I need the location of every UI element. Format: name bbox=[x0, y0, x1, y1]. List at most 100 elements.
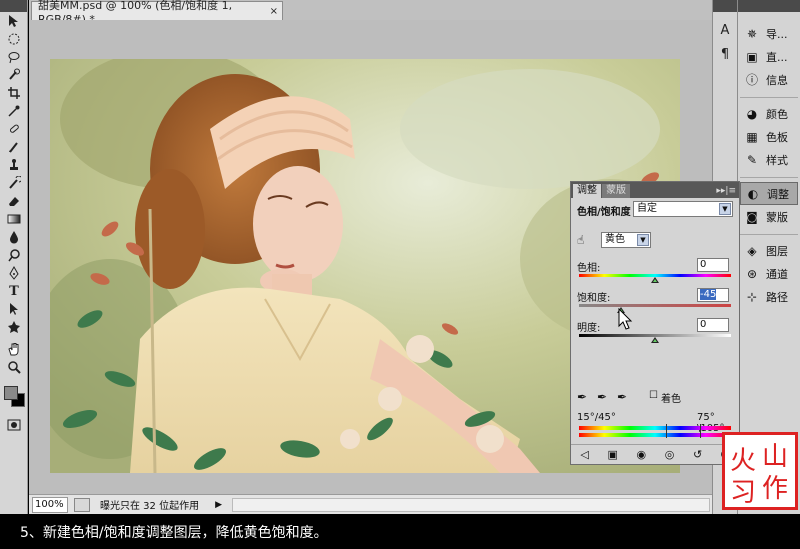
history-brush-tool-icon[interactable] bbox=[0, 174, 28, 192]
marquee-tool-icon[interactable] bbox=[0, 30, 28, 48]
status-menu-arrow-icon[interactable]: ▶ bbox=[215, 500, 222, 510]
character-panel-icon[interactable]: A bbox=[713, 18, 737, 42]
hue-input[interactable]: 0 bbox=[697, 258, 729, 272]
dock-item-label: 直... bbox=[766, 50, 788, 64]
hand-tool-icon[interactable] bbox=[0, 340, 28, 358]
dock-item-label: 通道 bbox=[766, 267, 788, 281]
tab-masks[interactable]: 蒙版 bbox=[602, 184, 630, 198]
path-selection-tool-icon[interactable] bbox=[0, 300, 28, 318]
hue-slider-thumb[interactable] bbox=[651, 277, 659, 283]
blur-tool-icon[interactable] bbox=[0, 228, 28, 246]
panel-strip-grip[interactable] bbox=[713, 0, 737, 12]
eraser-tool-icon[interactable] bbox=[0, 192, 28, 210]
lightness-input[interactable]: 0 bbox=[697, 318, 729, 332]
quick-mask-icon[interactable] bbox=[0, 416, 28, 434]
mouse-cursor-icon bbox=[618, 308, 633, 330]
back-arrow-icon[interactable]: ◁ bbox=[580, 448, 588, 461]
color-range-slider[interactable] bbox=[666, 424, 701, 438]
caption-bar: 5、新建色相/饱和度调整图层，降低黄色饱和度。 bbox=[0, 514, 800, 549]
lightness-label: 明度: bbox=[577, 323, 601, 334]
type-tool-icon[interactable]: T bbox=[0, 282, 28, 300]
preset-value: 自定 bbox=[637, 203, 657, 214]
dock-item-layers[interactable]: ◈ 图层 bbox=[740, 239, 798, 262]
styles-icon: ✎ bbox=[746, 152, 758, 167]
navigator-icon: ✵ bbox=[746, 26, 758, 41]
zoom-level-field[interactable]: 100% bbox=[32, 496, 68, 513]
histogram-icon: ▣ bbox=[746, 49, 758, 64]
masks-icon: ◙ bbox=[746, 209, 758, 224]
tools-panel: T bbox=[0, 0, 28, 514]
eyedropper-plus-icon[interactable]: ✒ bbox=[597, 390, 607, 404]
colorize-checkbox[interactable]: ☐ bbox=[649, 390, 658, 401]
clip-layer-icon[interactable]: ▣ bbox=[607, 448, 617, 461]
paths-icon: ⊹ bbox=[746, 289, 758, 304]
quick-selection-tool-icon[interactable] bbox=[0, 66, 28, 84]
paragraph-panel-icon[interactable]: ¶ bbox=[713, 42, 737, 66]
dock-item-histogram[interactable]: ▣ 直... bbox=[740, 45, 798, 68]
tools-panel-grip[interactable] bbox=[0, 0, 27, 12]
dock-item-navigator[interactable]: ✵ 导... bbox=[740, 22, 798, 45]
dock-item-adjustments[interactable]: ◐ 调整 bbox=[740, 182, 798, 205]
range-left-label: 15°/45° bbox=[577, 412, 616, 423]
brush-tool-icon[interactable] bbox=[0, 138, 28, 156]
dock-item-label: 样式 bbox=[766, 153, 788, 167]
layers-icon: ◈ bbox=[747, 243, 757, 258]
visibility-icon[interactable]: ◉ bbox=[637, 448, 647, 461]
panel-menu-icon[interactable]: ▸▸|≡ bbox=[716, 184, 739, 198]
dock-item-info[interactable]: ⓘ 信息 bbox=[740, 68, 798, 91]
foreground-color-swatch[interactable] bbox=[4, 386, 18, 400]
logo-char: 山 bbox=[762, 442, 788, 472]
saturation-value: -45 bbox=[700, 289, 717, 300]
dock-item-label: 色板 bbox=[766, 130, 788, 144]
clone-stamp-tool-icon[interactable] bbox=[0, 156, 28, 174]
dock-item-color[interactable]: ◕ 颜色 bbox=[740, 102, 798, 125]
dodge-tool-icon[interactable] bbox=[0, 246, 28, 264]
on-image-adjust-icon[interactable]: ☝ bbox=[577, 233, 584, 247]
dock-item-label: 蒙版 bbox=[766, 210, 788, 224]
dock-item-channels[interactable]: ⊛ 通道 bbox=[740, 262, 798, 285]
shape-tool-icon[interactable] bbox=[0, 318, 28, 336]
preset-select[interactable]: 自定 ▼ bbox=[633, 201, 733, 217]
logo-char: 习 bbox=[730, 478, 756, 507]
lightness-slider-thumb[interactable] bbox=[651, 337, 659, 343]
move-tool-icon[interactable] bbox=[0, 12, 28, 30]
dock-item-swatches[interactable]: ▦ 色板 bbox=[740, 125, 798, 148]
range-right-label: 75°\105° bbox=[697, 412, 724, 434]
panel-dock-grip[interactable] bbox=[738, 0, 800, 12]
logo-char: 火 bbox=[730, 446, 756, 476]
tutorial-caption: 5、新建色相/饱和度调整图层，降低黄色饱和度。 bbox=[20, 525, 328, 541]
status-bar: 100% 曝光只在 32 位起作用 ▶ bbox=[29, 494, 712, 514]
close-tab-icon[interactable]: × bbox=[270, 6, 278, 17]
tab-adjustments[interactable]: 调整 bbox=[573, 184, 601, 198]
eyedropper-tool-icon[interactable] bbox=[0, 102, 28, 120]
pen-tool-icon[interactable] bbox=[0, 264, 28, 282]
lasso-tool-icon[interactable] bbox=[0, 48, 28, 66]
swatches-icon: ▦ bbox=[746, 129, 758, 144]
adjustments-panel-tabs: 调整 蒙版 ▸▸|≡ bbox=[571, 182, 739, 198]
saturation-slider-track[interactable] bbox=[579, 304, 731, 307]
dock-item-paths[interactable]: ⊹ 路径 bbox=[740, 285, 798, 308]
gradient-tool-icon[interactable] bbox=[0, 210, 28, 228]
horizontal-scrollbar[interactable] bbox=[232, 497, 710, 512]
crop-tool-icon[interactable] bbox=[0, 84, 28, 102]
document-tab-bar: 甜美MM.psd @ 100% (色相/饱和度 1, RGB/8#) * × bbox=[29, 0, 712, 26]
status-message: 曝光只在 32 位起作用 bbox=[100, 501, 200, 512]
dock-item-label: 导... bbox=[766, 27, 788, 41]
color-swatches[interactable] bbox=[0, 382, 27, 416]
zoom-tool-icon[interactable] bbox=[0, 358, 28, 376]
dock-item-label: 颜色 bbox=[766, 107, 788, 121]
dock-item-masks[interactable]: ◙ 蒙版 bbox=[740, 205, 798, 228]
dock-item-styles[interactable]: ✎ 样式 bbox=[740, 148, 798, 171]
dock-item-label: 调整 bbox=[767, 187, 789, 201]
dock-item-label: 图层 bbox=[766, 244, 788, 258]
saturation-input[interactable]: -45 bbox=[697, 288, 729, 302]
document-tab[interactable]: 甜美MM.psd @ 100% (色相/饱和度 1, RGB/8#) * × bbox=[31, 0, 283, 26]
chevron-down-icon: ▼ bbox=[637, 234, 649, 246]
channel-select[interactable]: 黄色 ▼ bbox=[601, 232, 651, 248]
view-previous-icon[interactable]: ◎ bbox=[665, 448, 675, 461]
status-info-icon[interactable] bbox=[74, 497, 90, 512]
healing-brush-tool-icon[interactable] bbox=[0, 120, 28, 138]
eyedropper-minus-icon[interactable]: ✒ bbox=[617, 390, 627, 404]
reset-icon[interactable]: ↺ bbox=[693, 448, 702, 461]
eyedropper-icon[interactable]: ✒ bbox=[577, 390, 587, 404]
